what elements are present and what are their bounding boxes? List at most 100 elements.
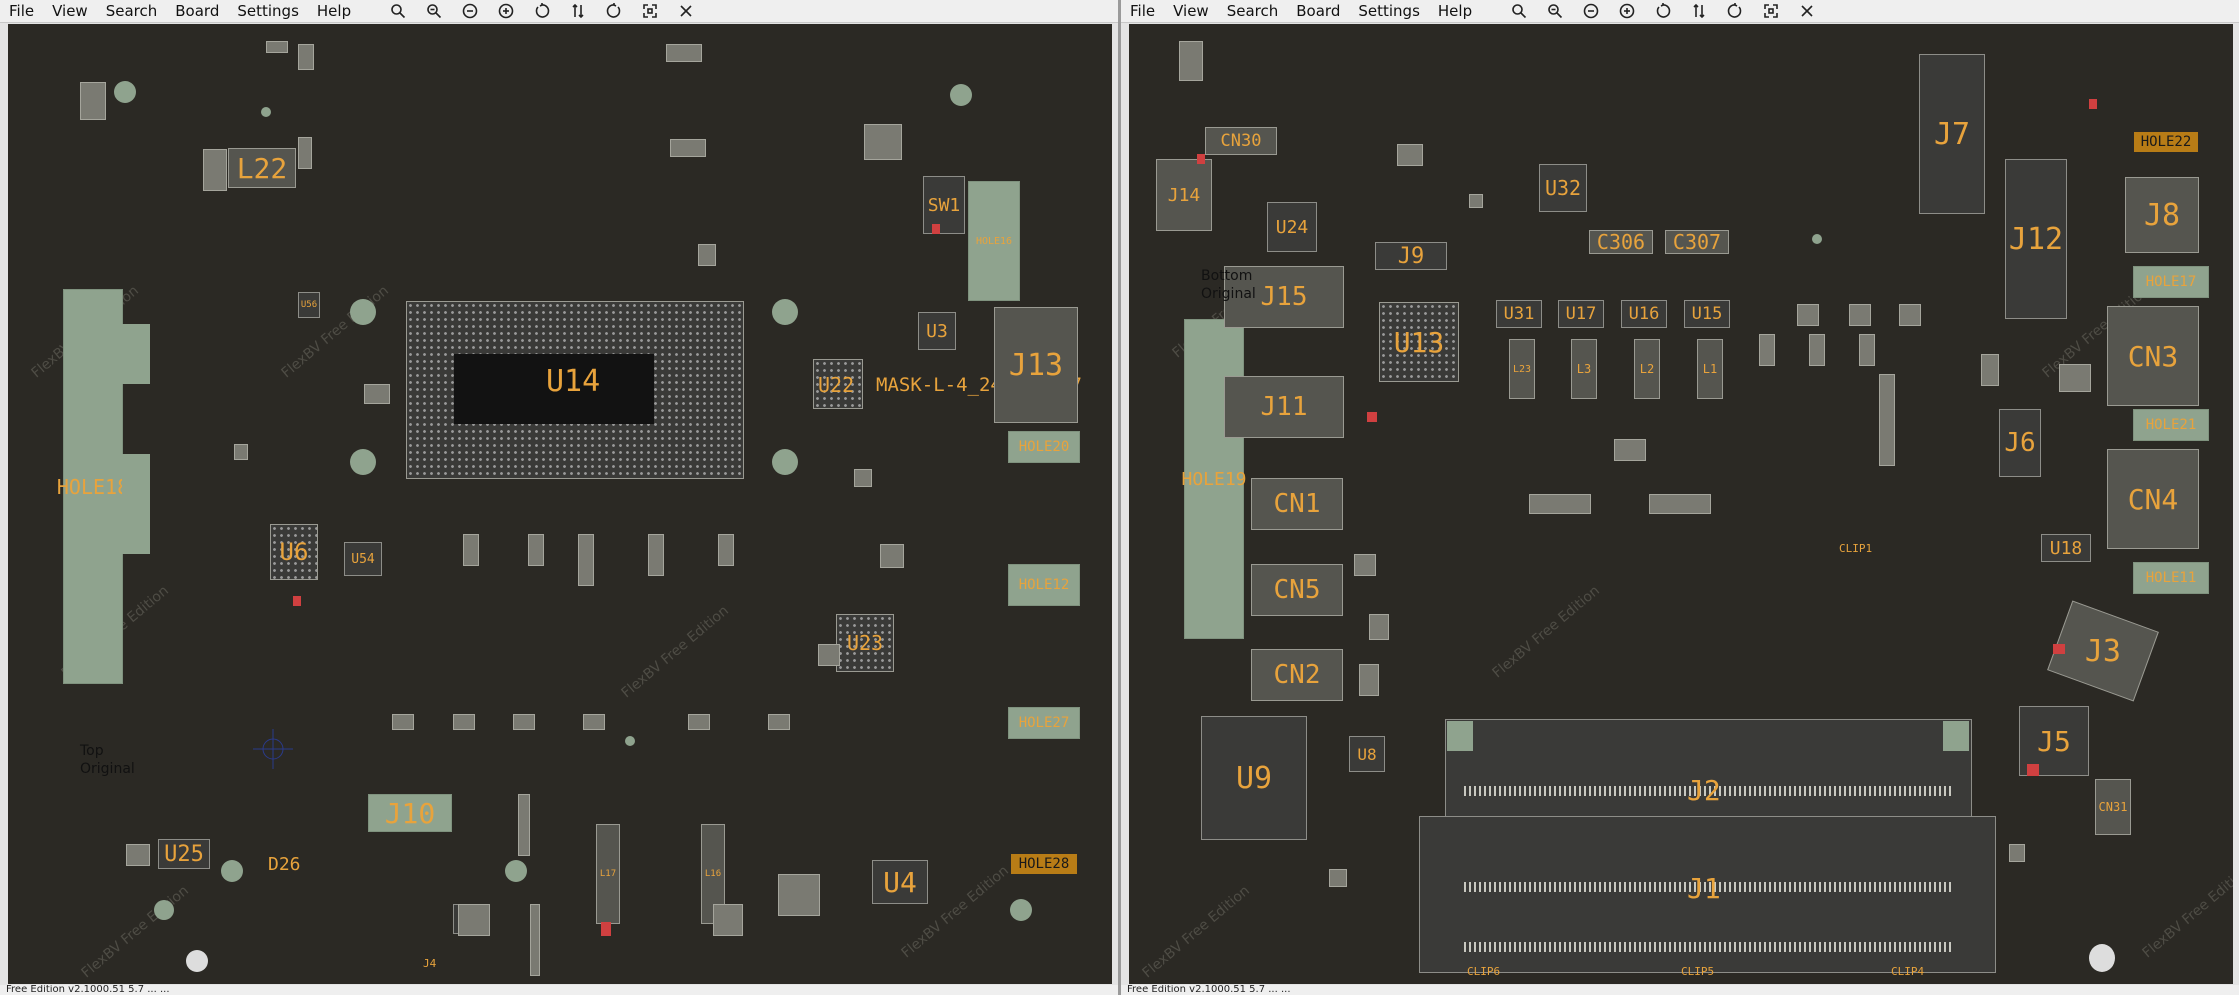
cn31-connector[interactable]: CN31 xyxy=(2095,779,2131,835)
u56-chip[interactable]: U56 xyxy=(298,292,320,318)
search-icon[interactable] xyxy=(1501,0,1537,22)
j7-connector[interactable]: J7 xyxy=(1919,54,1985,214)
hole18-outline[interactable]: HOLE18 xyxy=(57,289,129,684)
menu-view[interactable]: View xyxy=(1164,2,1218,20)
u23-chip[interactable]: U23 xyxy=(836,614,894,672)
j14-connector[interactable]: J14 xyxy=(1156,159,1212,231)
top-side-board-view[interactable]: FlexBV Free Edition FlexBV Free Edition … xyxy=(8,24,1112,984)
j13-connector[interactable]: J13 xyxy=(994,307,1078,423)
watermark: FlexBV Free Edition xyxy=(78,882,192,982)
bottom-side-board-view[interactable]: FlexBV Free Edition FlexBV Free Edition … xyxy=(1129,24,2233,984)
hole20-label: HOLE20 xyxy=(1018,439,1070,455)
cn30-connector[interactable]: CN30 xyxy=(1205,127,1277,155)
u6-chip[interactable]: U6 xyxy=(270,524,318,580)
j1-label: J1 xyxy=(1687,872,1721,905)
menu-settings[interactable]: Settings xyxy=(228,2,308,20)
u31-chip[interactable]: U31 xyxy=(1496,300,1542,328)
menu-help[interactable]: Help xyxy=(1429,2,1481,20)
j10-connector[interactable]: J10 xyxy=(368,794,452,832)
rotate-right-icon[interactable] xyxy=(1717,0,1753,22)
c306-capacitor[interactable]: C306 xyxy=(1589,230,1653,254)
u4-label: U4 xyxy=(883,865,917,899)
cn5-connector[interactable]: CN5 xyxy=(1251,564,1343,616)
u4-chip[interactable]: U4 xyxy=(872,860,928,904)
fit-icon[interactable] xyxy=(1753,0,1789,22)
hole16-pad[interactable]: HOLE16 xyxy=(968,181,1020,301)
watermark: FlexBV Free Edition xyxy=(2139,862,2233,962)
clip1-label: CLIP1 xyxy=(1839,542,1873,555)
left-board-pane: File View Search Board Settings Help Fle… xyxy=(0,0,1118,995)
zoom-out-icon[interactable] xyxy=(452,0,488,22)
menu-help[interactable]: Help xyxy=(308,2,360,20)
u54-chip[interactable]: U54 xyxy=(344,542,382,576)
hole12-label: HOLE12 xyxy=(1018,577,1070,593)
u3-chip[interactable]: U3 xyxy=(918,312,956,350)
u18-chip[interactable]: U18 xyxy=(2041,534,2091,562)
menu-view[interactable]: View xyxy=(43,2,97,20)
u15-chip[interactable]: U15 xyxy=(1684,300,1730,328)
zoom-in-icon[interactable] xyxy=(416,0,452,22)
j8-connector[interactable]: J8 xyxy=(2125,177,2199,253)
left-menubar: File View Search Board Settings Help xyxy=(0,0,1118,23)
cn1-label: CN1 xyxy=(1273,489,1321,519)
u17-chip[interactable]: U17 xyxy=(1558,300,1604,328)
sw1-switch[interactable]: SW1 xyxy=(923,176,965,234)
l23-inductor[interactable]: L23 xyxy=(1509,339,1535,399)
zoom-out-icon[interactable] xyxy=(1573,0,1609,22)
j9-connector[interactable]: J9 xyxy=(1375,242,1447,270)
menu-file[interactable]: File xyxy=(1121,2,1164,20)
zoom-in-icon[interactable] xyxy=(1537,0,1573,22)
l3-inductor[interactable]: L3 xyxy=(1571,339,1597,399)
rotate-left-icon[interactable] xyxy=(524,0,560,22)
j11-label: J11 xyxy=(1260,392,1308,422)
menu-search[interactable]: Search xyxy=(97,2,167,20)
close-icon[interactable] xyxy=(668,0,704,22)
c307-capacitor[interactable]: C307 xyxy=(1665,230,1729,254)
menu-file[interactable]: File xyxy=(0,2,43,20)
j12-connector[interactable]: J12 xyxy=(2005,159,2067,319)
menu-board[interactable]: Board xyxy=(166,2,228,20)
u32-chip[interactable]: U32 xyxy=(1539,164,1587,212)
menu-board[interactable]: Board xyxy=(1287,2,1349,20)
search-icon[interactable] xyxy=(380,0,416,22)
cn2-connector[interactable]: CN2 xyxy=(1251,649,1343,701)
flip-icon[interactable] xyxy=(1681,0,1717,22)
hole17-pad[interactable]: HOLE17 xyxy=(2133,266,2209,298)
u16-chip[interactable]: U16 xyxy=(1621,300,1667,328)
watermark: FlexBV Free Edition xyxy=(1489,582,1603,682)
l1-inductor[interactable]: L1 xyxy=(1697,339,1723,399)
menu-settings[interactable]: Settings xyxy=(1349,2,1429,20)
zoom-plus-icon[interactable] xyxy=(488,0,524,22)
u25-chip[interactable]: U25 xyxy=(158,839,210,869)
c307-label: C307 xyxy=(1672,230,1722,254)
hole12-pad[interactable]: HOLE12 xyxy=(1008,564,1080,606)
rotate-right-icon[interactable] xyxy=(596,0,632,22)
u13-chip[interactable]: U13 xyxy=(1379,302,1459,382)
close-icon[interactable] xyxy=(1789,0,1825,22)
cn5-label: CN5 xyxy=(1273,575,1321,605)
l17-inductor[interactable]: L17 xyxy=(596,824,620,924)
cn3-connector[interactable]: CN3 xyxy=(2107,306,2199,406)
u24-chip[interactable]: U24 xyxy=(1267,202,1317,252)
cn1-connector[interactable]: CN1 xyxy=(1251,478,1343,530)
j6-connector[interactable]: J6 xyxy=(1999,409,2041,477)
hole28-pad[interactable]: HOLE28 xyxy=(1011,854,1077,874)
j11-connector[interactable]: J11 xyxy=(1224,376,1344,438)
hole11-pad[interactable]: HOLE11 xyxy=(2133,562,2209,594)
flip-icon[interactable] xyxy=(560,0,596,22)
u9-module[interactable]: U9 xyxy=(1201,716,1307,840)
rotate-left-icon[interactable] xyxy=(1645,0,1681,22)
cn4-connector[interactable]: CN4 xyxy=(2107,449,2199,549)
u8-chip[interactable]: U8 xyxy=(1349,736,1385,772)
hole22-pad[interactable]: HOLE22 xyxy=(2134,132,2198,152)
hole20-pad[interactable]: HOLE20 xyxy=(1008,431,1080,463)
l2-inductor[interactable]: L2 xyxy=(1634,339,1660,399)
fit-icon[interactable] xyxy=(632,0,668,22)
l3-label: L3 xyxy=(1576,362,1592,376)
l22-inductor[interactable]: L22 xyxy=(228,148,296,188)
menu-search[interactable]: Search xyxy=(1218,2,1288,20)
hole19-outline[interactable]: HOLE19 xyxy=(1181,319,1247,639)
hole27-pad[interactable]: HOLE27 xyxy=(1008,707,1080,739)
zoom-plus-icon[interactable] xyxy=(1609,0,1645,22)
hole21-pad[interactable]: HOLE21 xyxy=(2133,409,2209,441)
